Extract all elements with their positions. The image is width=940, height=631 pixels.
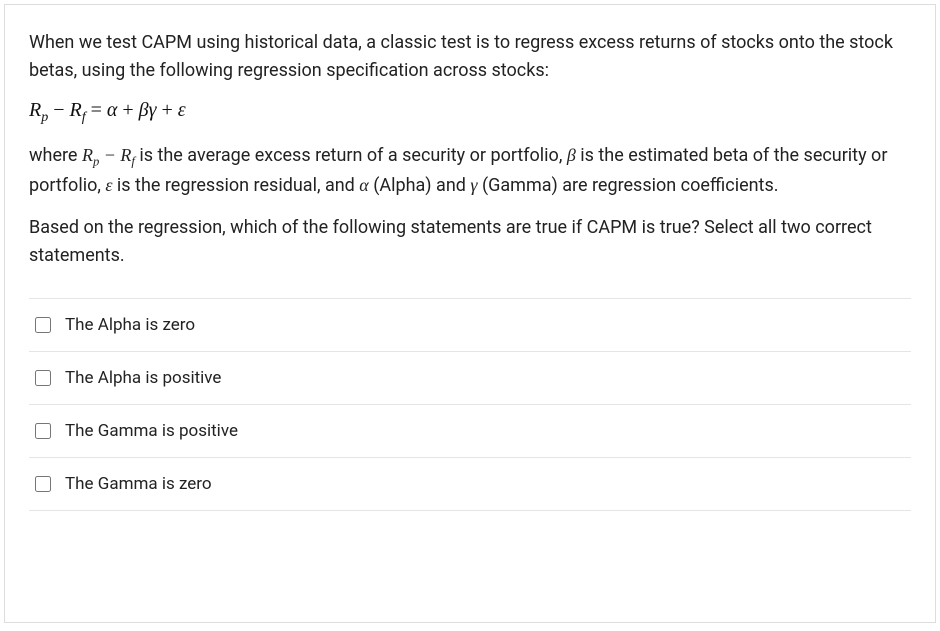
option-label: The Gamma is zero xyxy=(65,474,212,494)
regression-formula: Rp − Rf = α + βγ + ε xyxy=(29,99,911,126)
option-label: The Gamma is positive xyxy=(65,421,238,441)
question-prompt: Based on the regression, which of the fo… xyxy=(29,214,911,270)
option-alpha-zero[interactable]: The Alpha is zero xyxy=(29,298,911,351)
checkbox-gamma-zero[interactable] xyxy=(35,476,51,492)
option-label: The Alpha is positive xyxy=(65,368,221,388)
option-label: The Alpha is zero xyxy=(65,315,195,335)
checkbox-gamma-positive[interactable] xyxy=(35,423,51,439)
option-gamma-positive[interactable]: The Gamma is positive xyxy=(29,404,911,457)
checkbox-alpha-zero[interactable] xyxy=(35,317,51,333)
checkbox-alpha-positive[interactable] xyxy=(35,370,51,386)
variable-definitions: where Rp − Rf is the average excess retu… xyxy=(29,142,911,200)
question-intro: When we test CAPM using historical data,… xyxy=(29,29,911,85)
option-gamma-zero[interactable]: The Gamma is zero xyxy=(29,457,911,510)
options-list: The Alpha is zero The Alpha is positive … xyxy=(29,298,911,511)
question-card: When we test CAPM using historical data,… xyxy=(4,4,936,623)
option-alpha-positive[interactable]: The Alpha is positive xyxy=(29,351,911,404)
